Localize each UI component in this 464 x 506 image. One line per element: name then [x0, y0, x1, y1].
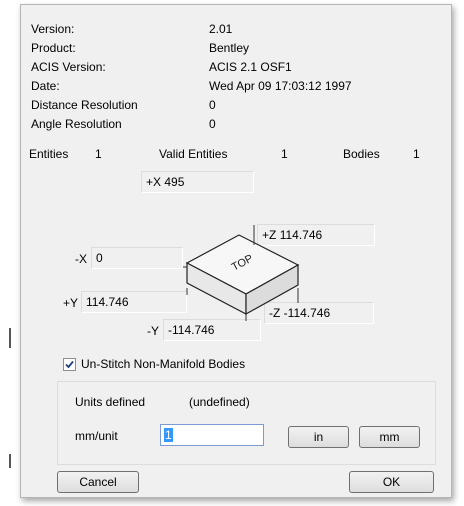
- entities-label: Entities: [29, 147, 69, 161]
- valid-entities-label: Valid Entities: [159, 147, 228, 161]
- bodies-value: 1: [413, 147, 420, 161]
- angle-resolution-value: 0: [209, 117, 216, 131]
- product-value: Bentley: [209, 41, 250, 55]
- bodies-label: Bodies: [343, 147, 380, 161]
- pos-z-label: +Z: [262, 228, 277, 242]
- checkmark-icon: [65, 360, 74, 369]
- unstitch-label[interactable]: Un-Stitch Non-Manifold Bodies: [81, 356, 245, 372]
- units-group: Units defined (undefined) mm/unit 1 in m…: [57, 381, 436, 465]
- box-front-face: [186, 262, 247, 315]
- pos-y-label: +Y: [63, 296, 79, 310]
- background-edge-mark: [9, 328, 11, 348]
- pos-y-value: 114.746: [86, 295, 129, 309]
- neg-z-field: -Z -114.746: [264, 302, 374, 324]
- mm-button[interactable]: mm: [359, 426, 420, 448]
- cancel-button[interactable]: Cancel: [57, 471, 139, 493]
- date-label: Date:: [31, 79, 60, 93]
- version-value: 2.01: [209, 22, 233, 36]
- in-button[interactable]: in: [288, 426, 349, 448]
- date-value: Wed Apr 09 17:03:12 1997: [209, 79, 352, 93]
- box-top-label: TOP: [230, 253, 255, 274]
- mm-unit-input[interactable]: 1: [160, 424, 264, 446]
- pos-z-value: 114.746: [279, 228, 323, 242]
- version-label: Version:: [31, 22, 75, 36]
- product-label: Product:: [31, 41, 76, 55]
- pos-x-label: +X: [146, 175, 162, 189]
- mm-unit-label: mm/unit: [75, 429, 118, 443]
- neg-x-value: 0: [96, 251, 103, 265]
- acis-file-info-dialog: Version: 2.01 Product: Bentley ACIS Vers…: [20, 4, 452, 498]
- neg-y-label: -Y: [147, 324, 159, 338]
- acis-version-value: ACIS 2.1 OSF1: [209, 60, 292, 74]
- acis-version-label: ACIS Version:: [31, 60, 106, 74]
- neg-z-value: -114.746: [283, 306, 331, 320]
- unstitch-checkbox[interactable]: [63, 358, 76, 371]
- valid-entities-value: 1: [281, 147, 288, 161]
- pos-x-field: +X 495: [141, 171, 254, 193]
- ok-button[interactable]: OK: [349, 471, 434, 493]
- distance-resolution-label: Distance Resolution: [31, 98, 138, 112]
- neg-y-field: -114.746: [163, 319, 261, 341]
- pos-z-field: +Z 114.746: [257, 224, 375, 246]
- neg-x-label: -X: [75, 252, 87, 266]
- neg-x-field: 0: [91, 247, 183, 269]
- units-defined-label: Units defined: [75, 395, 146, 409]
- entities-value: 1: [95, 147, 102, 161]
- background-edge-mark: [9, 454, 11, 468]
- pos-x-value: 495: [164, 175, 185, 189]
- distance-resolution-value: 0: [209, 98, 216, 112]
- angle-resolution-label: Angle Resolution: [31, 117, 122, 131]
- pos-y-field: 114.746: [81, 291, 187, 313]
- neg-y-value: -114.746: [168, 323, 215, 337]
- neg-z-label: -Z: [269, 306, 281, 320]
- mm-unit-value: 1: [164, 428, 173, 442]
- units-defined-value: (undefined): [189, 395, 250, 409]
